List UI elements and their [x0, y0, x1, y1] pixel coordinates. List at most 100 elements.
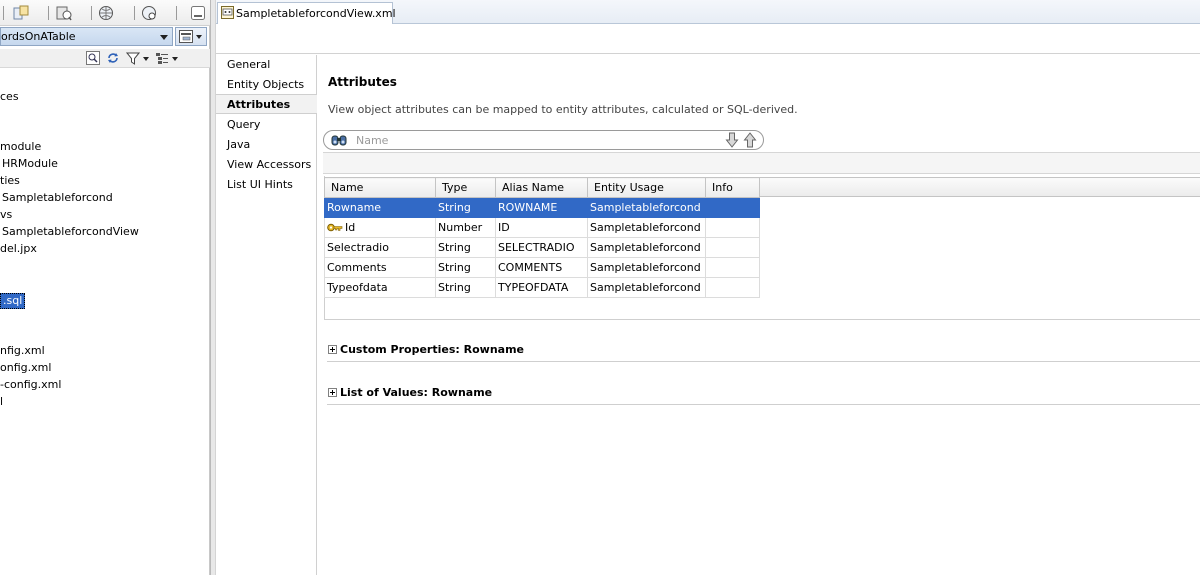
table-row[interactable]: Id Number ID Sampletableforcond — [324, 217, 760, 238]
table-row[interactable]: Comments String COMMENTS Sampletableforc… — [324, 257, 760, 278]
cell-entity-usage[interactable]: Sampletableforcond — [587, 237, 706, 258]
tree-item[interactable]: -config.xml — [0, 377, 61, 393]
application-navigator — [0, 0, 210, 575]
table-header-row: Name Type Alias Name Entity Usage Info — [324, 177, 760, 198]
chevron-down-icon — [196, 35, 202, 39]
cell-entity-usage[interactable]: Sampletableforcond — [587, 277, 706, 298]
custom-properties-section[interactable]: Custom Properties: Rowname — [328, 343, 524, 356]
cell-entity-usage[interactable]: Sampletableforcond — [587, 217, 706, 238]
tree-item[interactable]: vs — [0, 207, 12, 223]
globe-icon[interactable] — [98, 5, 114, 21]
tree-item-selected[interactable]: .sql — [0, 293, 26, 309]
search-placeholder: Name — [356, 134, 389, 147]
expand-icon[interactable] — [328, 388, 337, 397]
nav-item-attributes[interactable]: Attributes — [216, 94, 317, 114]
filter-icon[interactable] — [126, 52, 140, 65]
cell-type[interactable]: Number — [435, 217, 496, 238]
application-selector[interactable]: ordsOnATable — [0, 27, 173, 46]
toolbar-separator — [134, 6, 135, 20]
nav-item-java[interactable]: Java — [216, 135, 316, 155]
xml-file-icon — [221, 6, 234, 19]
column-header-name[interactable]: Name — [324, 177, 436, 198]
refresh-icon[interactable] — [106, 51, 120, 65]
cell-entity-usage[interactable]: Sampletableforcond — [587, 197, 706, 218]
cell-name[interactable]: Rowname — [324, 197, 436, 218]
cell-info[interactable] — [705, 257, 760, 278]
navigator-toolbar — [0, 0, 210, 26]
cell-info[interactable] — [705, 277, 760, 298]
custom-properties-label: Custom Properties: Rowname — [340, 343, 524, 356]
attributes-table: Name Type Alias Name Entity Usage Info R… — [324, 177, 760, 298]
cell-alias[interactable]: ROWNAME — [495, 197, 588, 218]
toolbar-separator — [91, 6, 92, 20]
tree-item[interactable]: Sampletableforcond — [2, 190, 113, 206]
column-header-type[interactable]: Type — [435, 177, 496, 198]
arrow-up-icon[interactable] — [742, 132, 758, 148]
key-icon — [327, 223, 343, 232]
table-header-filler — [759, 177, 1200, 197]
cell-alias[interactable]: ID — [495, 217, 588, 238]
table-row[interactable]: Rowname String ROWNAME Sampletableforcon… — [324, 197, 760, 218]
tree-item[interactable]: onfig.xml — [0, 360, 51, 376]
tree-item[interactable]: HRModule — [2, 156, 58, 172]
cell-info[interactable] — [705, 237, 760, 258]
expand-icon[interactable] — [328, 345, 337, 354]
projects-icon[interactable] — [13, 5, 29, 21]
tree-item[interactable]: del.jpx — [0, 241, 37, 257]
tree-item[interactable]: ces — [0, 89, 19, 105]
editor-tab-label: SampletableforcondView.xml — [236, 7, 396, 20]
cell-name[interactable]: Comments — [324, 257, 436, 278]
cell-alias[interactable]: TYPEOFDATA — [495, 277, 588, 298]
binoculars-icon[interactable] — [331, 133, 347, 147]
cell-alias[interactable]: SELECTRADIO — [495, 237, 588, 258]
column-header-entity-usage[interactable]: Entity Usage — [587, 177, 706, 198]
application-menu-icon — [179, 30, 193, 43]
editor-header-strip — [216, 24, 1200, 54]
nav-item-entity-objects[interactable]: Entity Objects — [216, 75, 316, 95]
database-navigator-icon[interactable] — [56, 5, 72, 21]
cell-alias[interactable]: COMMENTS — [495, 257, 588, 278]
tree-item[interactable]: l — [0, 394, 3, 410]
cell-type[interactable]: String — [435, 197, 496, 218]
tree-item[interactable]: module — [0, 139, 41, 155]
cell-name[interactable]: Typeofdata — [324, 277, 436, 298]
application-menu-button[interactable] — [175, 27, 207, 46]
cell-info[interactable] — [705, 197, 760, 218]
tree-item[interactable]: SampletableforcondView — [2, 224, 139, 240]
cell-entity-usage[interactable]: Sampletableforcond — [587, 257, 706, 278]
column-header-alias-name[interactable]: Alias Name — [495, 177, 588, 198]
nav-item-view-accessors[interactable]: View Accessors — [216, 155, 316, 175]
resource-catalog-icon[interactable] — [141, 5, 157, 21]
cell-type[interactable]: String — [435, 277, 496, 298]
nav-item-general[interactable]: General — [216, 55, 316, 75]
cell-name[interactable]: Selectradio — [324, 237, 436, 258]
editor-tab[interactable]: SampletableforcondView.xml — [217, 2, 396, 25]
nav-item-list-ui-hints[interactable]: List UI Hints — [216, 175, 316, 195]
divider — [327, 404, 1200, 405]
table-row[interactable]: Selectradio String SELECTRADIO Sampletab… — [324, 237, 760, 258]
list-of-values-label: List of Values: Rowname — [340, 386, 493, 399]
cell-name-with-key[interactable]: Id — [324, 217, 436, 238]
nav-item-query[interactable]: Query — [216, 115, 316, 135]
table-row[interactable]: Typeofdata String TYPEOFDATA Sampletable… — [324, 277, 760, 298]
attribute-search-field[interactable] — [323, 130, 764, 150]
cell-info[interactable] — [705, 217, 760, 238]
chevron-down-icon — [160, 35, 168, 40]
page-description: View object attributes can be mapped to … — [328, 103, 798, 116]
minimize-icon[interactable] — [191, 6, 205, 20]
tree-item[interactable]: ties — [0, 173, 20, 189]
cell-type[interactable]: String — [435, 237, 496, 258]
divider — [327, 361, 1200, 362]
tree-item[interactable]: nfig.xml — [0, 343, 45, 359]
find-icon[interactable] — [86, 51, 100, 65]
chevron-down-icon[interactable] — [172, 57, 178, 61]
chevron-down-icon[interactable] — [143, 57, 149, 61]
list-of-values-section[interactable]: List of Values: Rowname — [328, 386, 492, 399]
column-header-info[interactable]: Info — [705, 177, 760, 198]
sort-options-icon[interactable] — [155, 52, 169, 65]
cell-name: Id — [345, 221, 356, 234]
page-title: Attributes — [328, 75, 397, 89]
cell-type[interactable]: String — [435, 257, 496, 278]
arrow-down-icon[interactable] — [724, 132, 740, 148]
navigator-subtoolbar — [0, 49, 210, 68]
